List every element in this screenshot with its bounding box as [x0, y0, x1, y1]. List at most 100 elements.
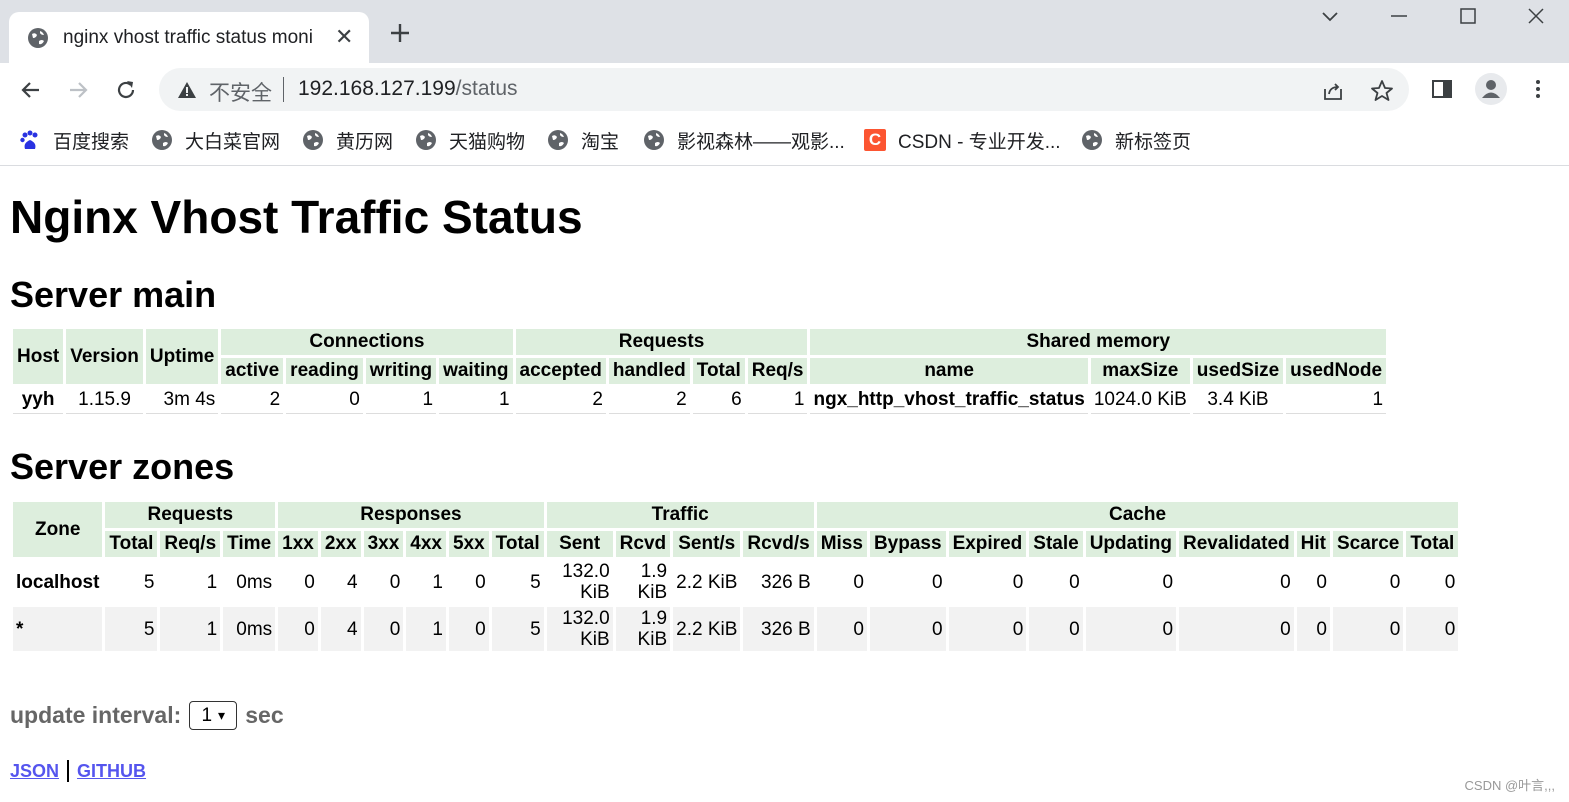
bookmark-item[interactable]: 百度搜索 [19, 127, 129, 153]
cell-accepted: 2 [515, 387, 606, 414]
group-connections: Connections [221, 329, 513, 355]
cell: 0 [475, 571, 486, 593]
reload-icon[interactable] [113, 77, 139, 103]
server-zones-heading: Server zones [10, 446, 235, 487]
cell: 1 [432, 571, 443, 593]
address-bar[interactable]: 不安全 192.168.127.199/status [159, 68, 1409, 111]
cell: 0 [1280, 571, 1291, 593]
menu-kebab-icon[interactable] [1526, 77, 1550, 101]
col-reading: reading [286, 358, 363, 384]
table-row: * 5 1 0ms 0 4 0 1 0 5 132.0 KiB 1.9 KiB … [13, 607, 1459, 651]
col-header: 3xx [363, 531, 404, 557]
bookmark-item[interactable]: C CSDN - 专业开发... [864, 127, 1061, 153]
col-used-node: usedNode [1286, 358, 1387, 384]
cell: 0 [1316, 571, 1327, 593]
cell: 0 [1444, 571, 1456, 593]
baidu-icon [20, 130, 38, 149]
globe-icon [1082, 130, 1102, 150]
col-header: Sent/s [673, 531, 741, 557]
update-interval-select[interactable]: 1 ▾ [189, 701, 238, 730]
share-icon[interactable] [1321, 79, 1345, 103]
col-header: Time [223, 531, 276, 557]
maximize-icon[interactable] [1456, 4, 1480, 28]
bookmark-label: 影视森林——观影... [677, 131, 845, 153]
col-header: Miss [816, 531, 867, 557]
new-tab-icon[interactable] [388, 21, 412, 45]
cell: 0 [869, 607, 946, 651]
cell: 0 [931, 571, 943, 593]
cell: 0 [278, 607, 318, 651]
bookmark-item[interactable]: 新标签页 [1081, 127, 1191, 153]
page-content: Nginx Vhost Traffic Status Server main H… [10, 166, 1569, 802]
back-icon[interactable] [18, 77, 44, 103]
minimize-icon[interactable] [1387, 4, 1411, 28]
side-panel-icon[interactable] [1430, 77, 1454, 101]
cell: 0 [1085, 607, 1177, 651]
server-main-table: Host Version Uptime Connections Requests… [10, 326, 1389, 417]
warning-icon[interactable] [177, 80, 197, 100]
cell-reading: 0 [286, 387, 363, 414]
cell: 326 B [761, 571, 811, 593]
cell: 0 [1389, 571, 1401, 593]
col-header: Expired [948, 531, 1027, 557]
profile-avatar[interactable] [1475, 73, 1507, 105]
cell: 0 [853, 571, 864, 593]
col-name: name [810, 358, 1088, 384]
cell: 0 [1296, 607, 1330, 651]
tab-search-icon[interactable] [1318, 4, 1342, 28]
json-link[interactable]: JSON [10, 761, 59, 782]
bookmark-label: 大白菜官网 [185, 131, 281, 153]
globe-icon [28, 28, 48, 48]
col-writing: writing [365, 358, 437, 384]
globe-icon [644, 130, 664, 150]
close-window-icon[interactable] [1524, 4, 1548, 28]
cell: 2.2 KiB [676, 571, 738, 593]
group-requests: Requests [515, 329, 808, 355]
cell-used-size: 3.4 KiB [1192, 387, 1284, 414]
cell: 0 [1029, 607, 1083, 651]
bookmark-star-icon[interactable] [1370, 79, 1394, 103]
bookmarks-bar: 百度搜索 大白菜官网 黄历网 天猫购物 淘宝 影视森林——观影... C CSD… [0, 117, 1569, 166]
group-requests: Requests [105, 502, 276, 528]
cell: 0 [816, 607, 867, 651]
server-main-heading: Server main [10, 274, 217, 315]
url-text[interactable]: 192.168.127.199/status [298, 77, 518, 101]
cell: 0ms [236, 571, 273, 593]
cell: 0 [1179, 607, 1294, 651]
cell-req-s: 1 [747, 387, 808, 414]
close-tab-icon[interactable]: ✕ [335, 24, 353, 50]
tab-strip: nginx vhost traffic status moni ✕ [0, 0, 1569, 63]
browser-tab[interactable]: nginx vhost traffic status moni ✕ [9, 12, 369, 63]
col-handled: handled [608, 358, 690, 384]
update-interval-value: 1 [201, 704, 213, 726]
bookmark-item[interactable]: 淘宝 [547, 127, 619, 153]
bookmark-item[interactable]: 影视森林——观影... [643, 127, 845, 153]
bookmark-label: 淘宝 [581, 131, 620, 153]
security-label[interactable]: 不安全 [209, 77, 272, 107]
footer-links: JSON GITHUB [10, 760, 146, 782]
col-header: Total [105, 531, 158, 557]
bookmark-item[interactable]: 天猫购物 [415, 127, 525, 153]
forward-icon[interactable] [65, 77, 91, 103]
col-header: Total [491, 531, 544, 557]
globe-icon [152, 130, 172, 150]
update-interval: update interval: 1 ▾ sec [10, 701, 284, 730]
bookmark-item[interactable]: 大白菜官网 [151, 127, 280, 153]
cell: 0ms [223, 607, 276, 651]
cell: 0 [1333, 607, 1404, 651]
cell: 132.0 KiB [562, 561, 610, 603]
col-header: Scarce [1333, 531, 1404, 557]
col-host: Host [13, 329, 64, 384]
cell: 5 [105, 607, 158, 651]
github-link[interactable]: GITHUB [77, 761, 146, 782]
cell-name: ngx_http_vhost_traffic_status [810, 387, 1088, 414]
col-header: 2xx [320, 531, 361, 557]
group-shared-memory: Shared memory [810, 329, 1387, 355]
cell: 4 [346, 571, 358, 593]
cell-handled: 2 [608, 387, 690, 414]
col-max-size: maxSize [1090, 358, 1190, 384]
group-traffic: Traffic [546, 502, 814, 528]
bookmark-item[interactable]: 黄历网 [302, 127, 393, 153]
cell-zone: localhost [16, 571, 100, 593]
col-header: Rcvd [615, 531, 671, 557]
